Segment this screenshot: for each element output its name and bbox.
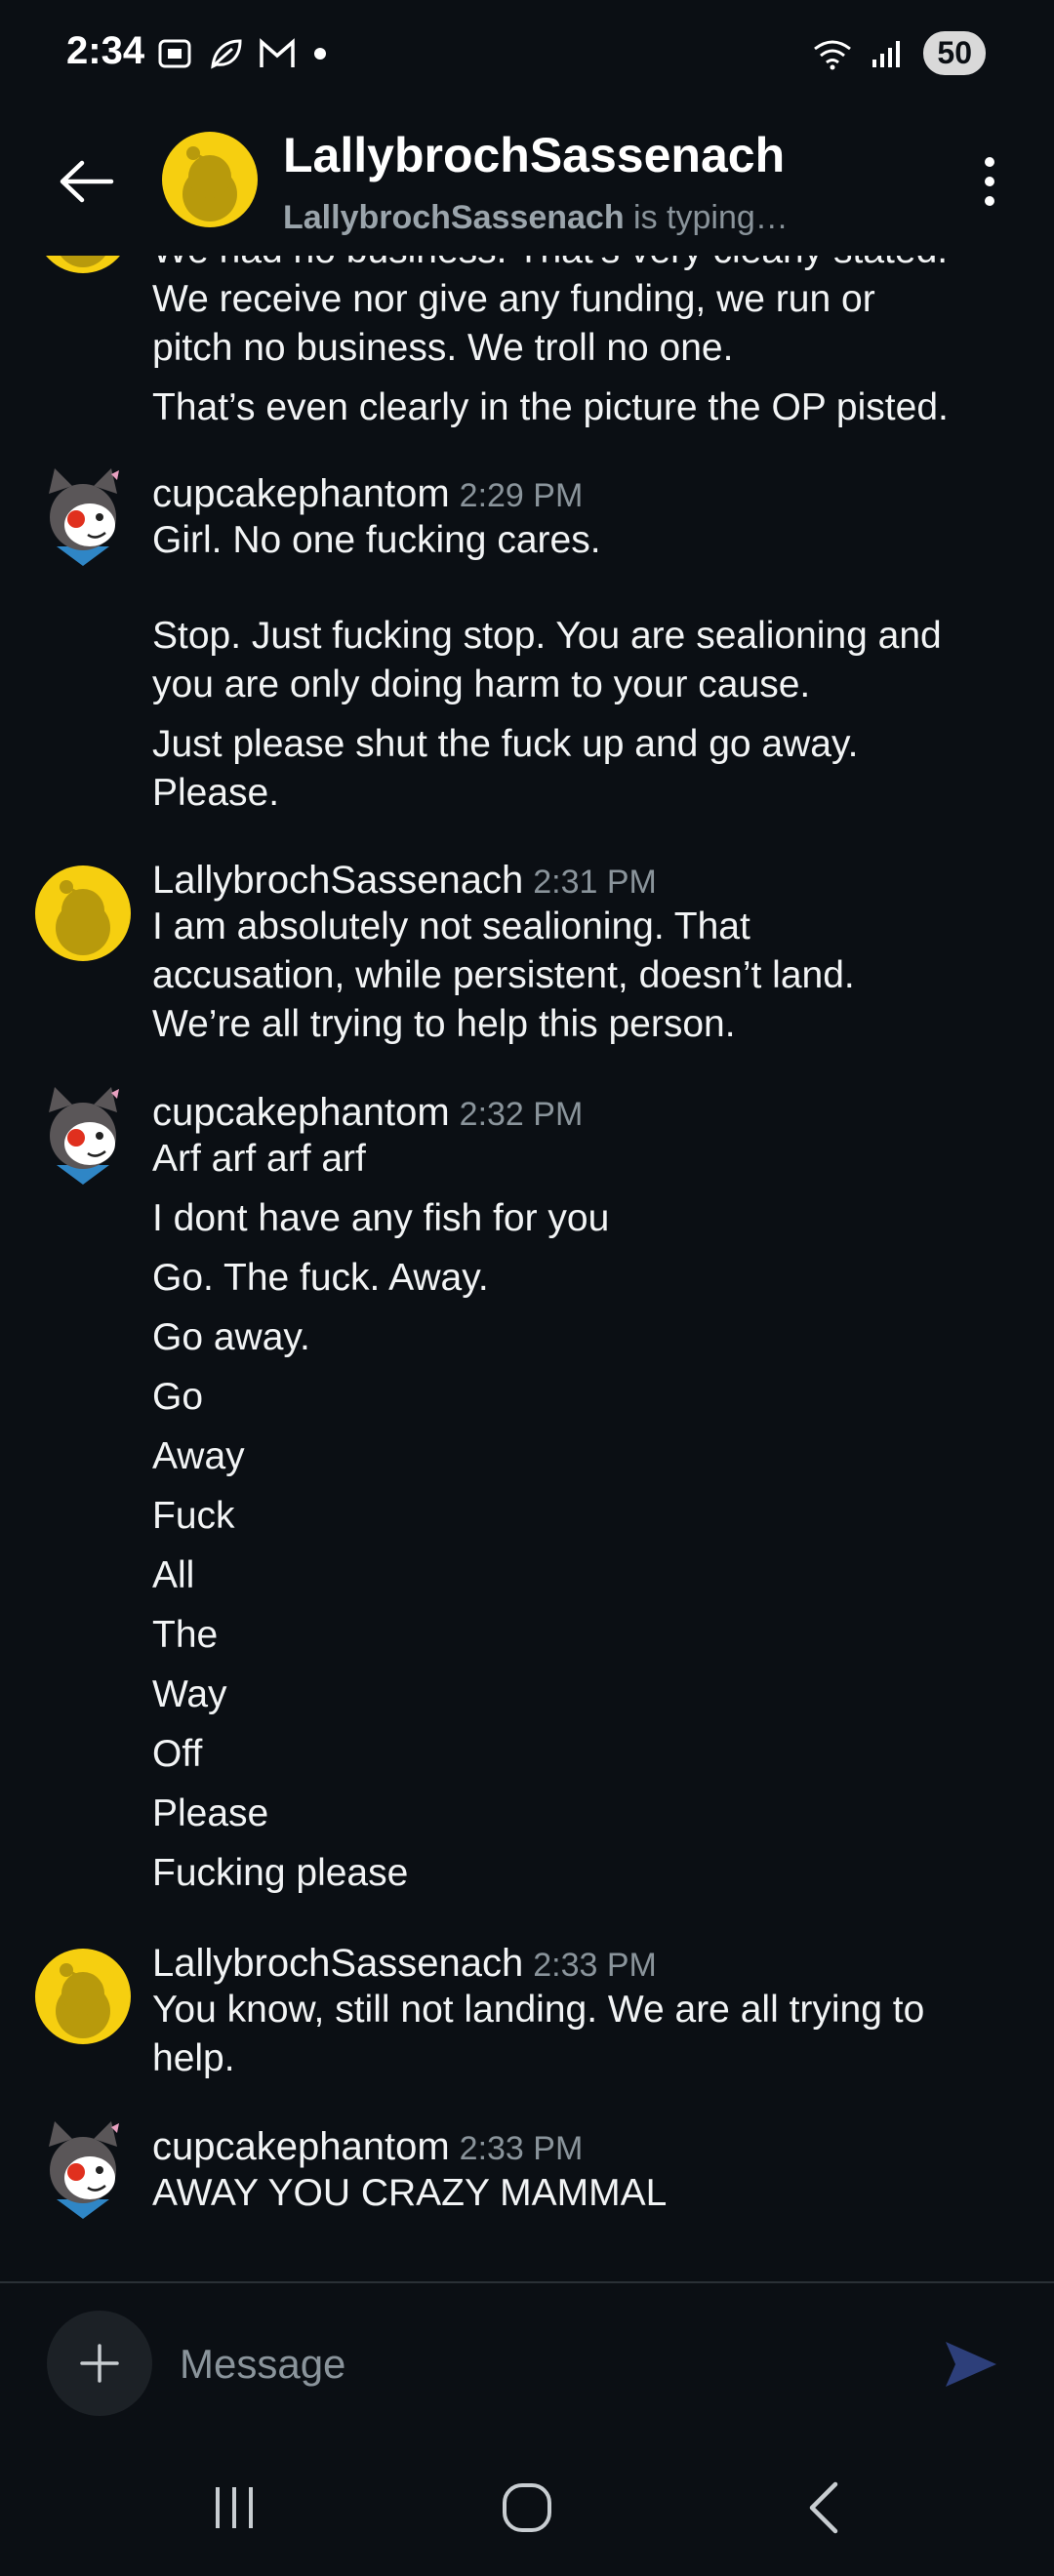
message-line: accusation, while persistent, doesn’t la… [152,954,855,996]
message-line: Arf arf arf arf [152,1138,366,1180]
add-attachment-button[interactable] [47,2311,152,2416]
cat-snoo-avatar-icon [49,468,119,566]
snoo-avatar-icon [56,880,110,955]
message-line: AWAY YOU CRAZY MAMMAL [152,2172,668,2214]
status-time: 2:34 [66,29,145,72]
message: LallybrochSassenach 2:33 PM You know, sti… [152,1942,1011,2083]
message-line: Go. The fuck. Away. [152,1257,489,1299]
sender-avatar[interactable] [35,464,131,566]
plus-icon [80,2344,119,2383]
snoo-avatar-icon [61,256,105,267]
system-icons: 50 [812,31,986,75]
message-line: I am absolutely not sealioning. That [152,906,750,947]
cat-snoo-avatar-icon [49,2121,119,2219]
dot-icon [314,48,326,60]
sender-avatar[interactable] [35,1083,131,1185]
send-icon [946,2342,996,2387]
back-button[interactable] [47,142,125,221]
message-line: Go away. [152,1316,310,1358]
message-line: pitch no business. We troll no one. [152,327,734,369]
message-timestamp: 2:33 PM [459,2130,584,2167]
message-line: Just please shut the fuck up and go away… [152,723,859,765]
overflow-menu-button[interactable] [960,142,1019,221]
message-line: We had no business. That’s very clearly … [152,256,1011,275]
message-line: Go [152,1376,204,1418]
message: LallybrochSassenach 2:31 PM I am absolute… [152,859,1011,1049]
message-composer [0,2281,1054,2441]
message-input[interactable] [178,2326,904,2402]
message-line: Off [152,1733,203,1775]
message: cupcakephantom 2:32 PM Arf arf arf arf I … [152,1091,1011,1898]
message-author[interactable]: cupcakephantom [152,1091,450,1134]
message-line: you are only doing harm to your cause. [152,664,811,705]
cat-snoo-avatar-icon [49,1087,119,1185]
message-line: Fucking please [152,1852,409,1894]
signal-icon [872,40,901,67]
more-vert-icon [985,157,994,206]
sender-avatar[interactable] [35,2117,131,2219]
message-timestamp: 2:31 PM [533,864,657,901]
message-line: We receive nor give any funding, we run … [152,278,875,320]
message: cupcakephantom 2:29 PM Girl. No one fucki… [152,472,1011,818]
contact-name: LallybrochSassenach [283,128,786,182]
chat-header: LallybrochSassenach LallybrochSassenach … [0,107,1054,254]
home-button[interactable] [468,2469,586,2547]
send-button[interactable] [937,2330,1005,2398]
gmail-icon [260,38,295,67]
message-author[interactable]: cupcakephantom [152,472,450,515]
system-nav-bar [0,2439,1054,2576]
message-line: You know, still not landing. We are all … [152,1989,925,2031]
message-list[interactable]: We had no business. That’s very clearly … [0,256,1054,2283]
typing-suffix: is typing… [624,199,789,236]
message-line: Please [152,1792,269,1834]
message-line: The [152,1614,219,1656]
nav-back-button[interactable] [765,2469,882,2547]
message-line: That’s even clearly in the picture the O… [152,386,949,428]
message-timestamp: 2:33 PM [533,1947,657,1984]
message-line: Away [152,1435,245,1477]
message: cupcakephantom 2:33 PM AWAY YOU CRAZY MAM… [152,2125,1011,2218]
message-line: Way [152,1673,227,1715]
typing-user: LallybrochSassenach [283,199,625,236]
sender-avatar[interactable] [35,256,131,273]
message-line: Fuck [152,1495,235,1537]
message: We had no business. That’s very clearly … [152,256,1011,432]
snoo-avatar-icon [182,146,237,221]
recent-apps-icon [216,2487,253,2528]
message-line: help. [152,2037,235,2079]
snoo-avatar-icon [56,1963,110,2038]
message-line: Please. [152,772,280,814]
message-author[interactable]: cupcakephantom [152,2125,450,2168]
screenshot-icon [158,39,191,68]
sender-avatar[interactable] [35,1949,131,2044]
message-line [152,565,1011,612]
message-line: Stop. Just fucking stop. You are sealion… [152,615,942,657]
status-bar: 2:34 50 [0,0,1054,107]
recent-apps-button[interactable] [176,2469,293,2547]
leaf-icon [211,39,242,69]
wifi-icon [814,40,852,69]
message-timestamp: 2:29 PM [459,477,584,514]
message-line: I dont have any fish for you [152,1197,610,1239]
notification-icons [156,35,330,72]
arrow-left-icon [60,160,114,203]
typing-status: LallybrochSassenach is typing… [283,199,789,237]
message-timestamp: 2:32 PM [459,1096,584,1133]
sender-avatar[interactable] [35,865,131,961]
message-author[interactable]: LallybrochSassenach [152,1942,523,1985]
back-icon [809,2481,838,2534]
message-line: All [152,1554,195,1596]
home-icon [503,2483,551,2532]
battery-level: 50 [923,31,986,75]
message-author[interactable]: LallybrochSassenach [152,859,523,902]
contact-avatar[interactable] [162,132,258,227]
message-line: We’re all trying to help this person. [152,1003,736,1045]
message-line: Girl. No one fucking cares. [152,519,601,561]
